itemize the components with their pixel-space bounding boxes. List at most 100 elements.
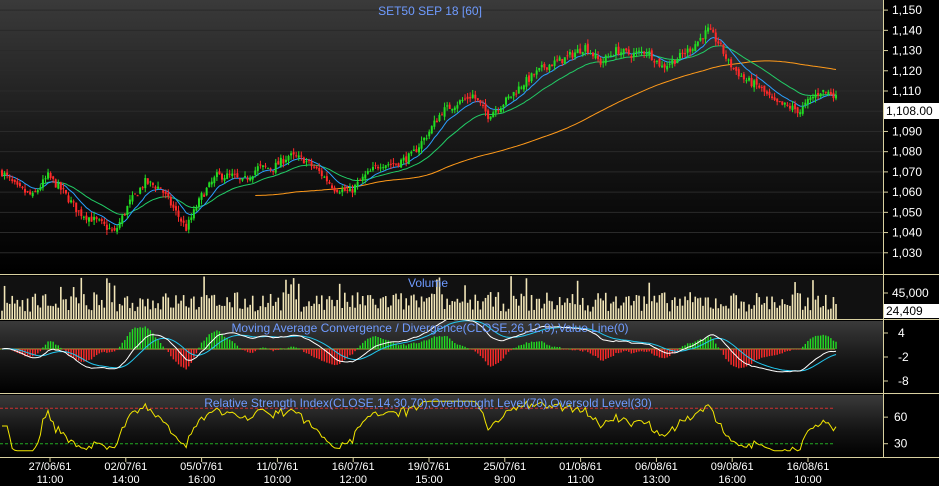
macd-histogram-bar xyxy=(525,342,528,349)
volume-tick-label: 45,000 xyxy=(892,286,929,300)
macd-histogram-bar xyxy=(118,346,121,349)
macd-histogram-bar xyxy=(126,336,129,349)
candle-body xyxy=(806,99,809,105)
candle-body xyxy=(98,219,101,221)
price-tick-label: 1,130 xyxy=(892,44,922,58)
candle-body xyxy=(479,99,482,104)
candle-body xyxy=(70,200,73,203)
time-tick-time: 11:00 xyxy=(567,474,594,486)
candle-body xyxy=(187,219,190,230)
candle-body xyxy=(126,205,129,216)
candle-body xyxy=(499,108,502,113)
candle-body xyxy=(446,105,449,107)
macd-histogram-bar xyxy=(264,347,267,349)
volume-bar xyxy=(627,296,630,319)
macd-histogram-bar xyxy=(295,347,297,349)
candle-body xyxy=(418,147,420,153)
macd-histogram-bar xyxy=(231,341,233,349)
candle-body xyxy=(82,216,85,218)
volume-bar xyxy=(546,292,548,319)
candle-body xyxy=(26,191,29,193)
macd-histogram-bar xyxy=(223,336,226,349)
candle-body xyxy=(272,170,275,172)
volume-bar xyxy=(454,301,456,319)
macd-histogram-bar xyxy=(362,342,364,349)
candle-body xyxy=(415,149,418,153)
macd-histogram-bar xyxy=(535,341,538,349)
macd-histogram-bar xyxy=(379,338,382,349)
candle-body xyxy=(241,178,244,181)
candle-body xyxy=(59,182,62,190)
candle-body xyxy=(469,97,472,99)
macd-histogram-bar xyxy=(131,329,134,349)
volume-bar xyxy=(832,297,835,319)
macd-histogram-bar xyxy=(556,346,558,349)
macd-histogram-bar xyxy=(198,347,200,349)
volume-bar xyxy=(210,295,213,319)
volume-bar xyxy=(118,303,121,319)
candle-body xyxy=(387,164,390,166)
macd-histogram-bar xyxy=(134,327,136,349)
candle-body xyxy=(264,165,267,167)
candle-body xyxy=(538,67,541,71)
candle-body xyxy=(218,171,221,175)
macd-histogram-bar xyxy=(559,346,561,349)
macd-histogram-bar xyxy=(564,349,566,350)
candle-body xyxy=(433,120,436,127)
candle-body xyxy=(205,187,208,196)
volume-bar xyxy=(732,293,735,319)
macd-histogram-bar xyxy=(252,349,254,353)
candle-body xyxy=(551,64,554,67)
macd-histogram-bar xyxy=(436,336,438,349)
macd-histogram-bar xyxy=(259,347,262,349)
volume-bar xyxy=(292,278,295,319)
candle-body xyxy=(742,74,745,80)
macd-histogram-bar xyxy=(95,349,98,356)
macd-histogram-bar xyxy=(190,349,193,363)
candle-body xyxy=(13,179,16,182)
macd-histogram-bar xyxy=(717,347,720,349)
candle-body xyxy=(146,178,149,184)
volume-bar xyxy=(607,310,610,319)
volume-bar xyxy=(691,302,694,319)
volume-bar xyxy=(187,307,190,319)
volume-bar xyxy=(26,298,29,319)
volume-bar xyxy=(487,294,489,319)
candle-body xyxy=(246,177,249,180)
volume-bar xyxy=(645,303,648,319)
candle-body xyxy=(701,38,704,40)
macd-histogram-bar xyxy=(423,340,425,349)
volume-bar xyxy=(175,295,177,319)
candle-body xyxy=(622,48,625,55)
volume-bar xyxy=(277,297,280,319)
macd-histogram-bar xyxy=(203,340,205,349)
volume-bar xyxy=(625,296,628,319)
macd-histogram-bar xyxy=(645,349,648,352)
volume-bar xyxy=(587,305,589,319)
candle-body xyxy=(602,61,605,63)
macd-histogram-bar xyxy=(165,349,167,350)
candle-body xyxy=(655,60,658,62)
macd-histogram-bar xyxy=(315,349,318,359)
candle-body xyxy=(407,153,410,165)
time-tick-time: 15:00 xyxy=(415,474,443,486)
macd-histogram-bar xyxy=(732,349,735,367)
volume-bar xyxy=(507,308,510,319)
macd-histogram-bar xyxy=(505,349,507,355)
macd-histogram-bar xyxy=(42,347,44,349)
macd-histogram-bar xyxy=(548,345,551,349)
candle-body xyxy=(453,107,456,111)
macd-histogram-bar xyxy=(397,345,400,349)
price-tick-label: 1,060 xyxy=(892,185,922,199)
macd-histogram-bar xyxy=(612,349,615,356)
volume-bar xyxy=(689,292,691,319)
volume-bar xyxy=(267,302,269,319)
macd-histogram-bar xyxy=(387,340,390,349)
macd-histogram-bar xyxy=(541,341,543,349)
candle-body xyxy=(8,176,11,178)
macd-histogram-bar xyxy=(90,349,93,360)
candle-body xyxy=(116,227,119,232)
candle-body xyxy=(635,51,638,54)
macd-histogram-bar xyxy=(62,349,65,350)
candle-body xyxy=(231,173,234,176)
